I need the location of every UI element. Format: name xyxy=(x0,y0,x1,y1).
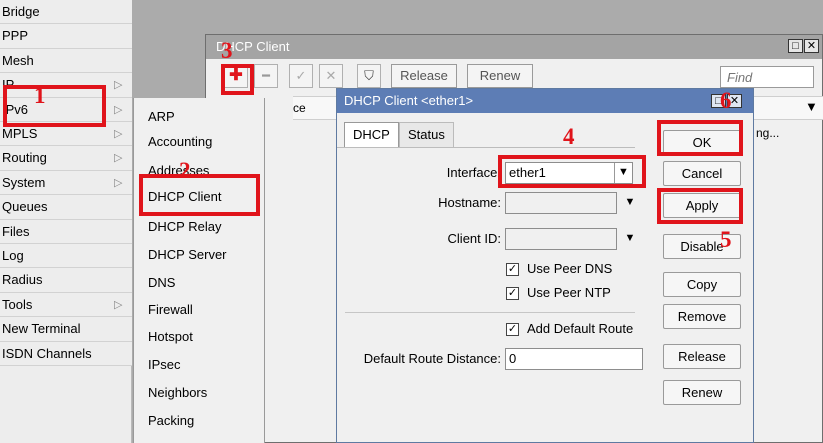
hostname-field[interactable] xyxy=(505,192,617,214)
check-icon: ✓ xyxy=(507,323,518,335)
sidebar-item-isdn-channels[interactable]: ISDN Channels xyxy=(0,341,132,366)
annotation-number-4: 4 xyxy=(563,124,575,149)
annotation-box-apply xyxy=(657,188,743,224)
use-peer-dns-label: Use Peer DNS xyxy=(527,261,613,276)
cancel-button[interactable]: Cancel xyxy=(663,161,741,186)
sidebar-item-radius[interactable]: Radius xyxy=(0,268,132,293)
sidebar-item-queues[interactable]: Queues xyxy=(0,195,132,220)
annotation-number-6: 6 xyxy=(720,88,732,113)
annotation-number-3: 3 xyxy=(221,38,233,63)
submenu-arrow-icon: ▷ xyxy=(114,152,123,165)
enable-icon[interactable]: ✓ xyxy=(289,64,313,88)
submenu-item-dns[interactable]: DNS xyxy=(134,270,265,295)
sidebar-item-label: New Terminal xyxy=(2,321,81,337)
sidebar-item-label: Tools xyxy=(2,296,33,312)
disable-icon[interactable]: ✕ xyxy=(319,64,343,88)
submenu-item-dhcp-server[interactable]: DHCP Server xyxy=(134,242,265,267)
default-route-distance-label: Default Route Distance: xyxy=(363,351,501,366)
dialog-title: DHCP Client <ether1> xyxy=(344,93,474,108)
annotation-box-add xyxy=(221,64,254,95)
sidebar-item-tools[interactable]: Tools ▷ xyxy=(0,292,132,318)
main-menu-sidebar: Bridge PPP Mesh IP ▷ IPv6 ▷ MPLS ▷ Routing ▷… xyxy=(0,0,132,443)
submenu-item-hotspot[interactable]: Hotspot xyxy=(134,324,265,349)
sidebar-item-label: PPP xyxy=(2,28,29,44)
submenu-item-packing[interactable]: Packing xyxy=(134,408,265,433)
copy-button[interactable]: Copy xyxy=(663,272,741,297)
status-cell-fragment: ng... xyxy=(756,126,780,140)
annotation-number-2: 2 xyxy=(179,158,191,183)
close-icon[interactable]: ✕ xyxy=(804,39,819,53)
dropdown-icon[interactable]: ▼ xyxy=(621,229,639,249)
use-peer-dns-checkbox[interactable]: ✓ xyxy=(506,263,519,276)
remove-icon[interactable]: ━ xyxy=(254,64,278,88)
add-default-route-label: Add Default Route xyxy=(527,321,634,336)
sidebar-item-system[interactable]: System ▷ xyxy=(0,170,132,196)
annotation-box-interface xyxy=(498,155,646,188)
renew-button[interactable]: Renew xyxy=(663,380,741,405)
check-icon: ✓ xyxy=(507,287,518,299)
sidebar-item-label: Routing xyxy=(2,150,47,166)
submenu-arrow-icon: ▷ xyxy=(114,103,123,116)
sidebar-item-label: System xyxy=(2,174,46,190)
submenu-arrow-icon: ▷ xyxy=(114,298,123,311)
annotation-box-ok xyxy=(657,120,743,156)
tab-dhcp[interactable]: DHCP xyxy=(344,122,399,148)
sidebar-item-log[interactable]: Log xyxy=(0,244,132,269)
submenu-item-arp[interactable]: ARP xyxy=(134,104,265,129)
sidebar-item-routing[interactable]: Routing ▷ xyxy=(0,146,132,171)
sidebar-item-label: Queues xyxy=(2,199,48,215)
sidebar-item-label: Bridge xyxy=(2,4,40,19)
sidebar-item-label: Files xyxy=(2,223,30,239)
submenu-item-ipsec[interactable]: IPsec xyxy=(134,352,265,377)
check-icon: ✓ xyxy=(507,263,518,275)
sidebar-item-label: Radius xyxy=(2,272,43,288)
use-peer-ntp-label: Use Peer NTP xyxy=(527,285,611,300)
submenu-arrow-icon: ▷ xyxy=(114,128,123,140)
ip-submenu: ARP Accounting Addresses DHCP Client DHC… xyxy=(133,98,265,443)
dialog-titlebar: DHCP Client <ether1> xyxy=(337,89,753,113)
sidebar-item-label: MPLS xyxy=(2,126,38,141)
release-toolbar-button[interactable]: Release xyxy=(391,64,457,88)
annotation-box-dhcp-client xyxy=(139,174,260,216)
client-id-field[interactable] xyxy=(505,228,617,250)
dhcp-tab-panel: Interface: ether1 ▼ Hostname: ▼ Client I… xyxy=(337,147,643,443)
default-route-distance-field[interactable]: 0 xyxy=(505,348,643,370)
use-peer-ntp-checkbox[interactable]: ✓ xyxy=(506,287,519,300)
interface-label: Interface: xyxy=(446,165,501,180)
sidebar-item-label: ISDN Channels xyxy=(2,345,92,361)
annotation-number-5: 5 xyxy=(720,227,732,252)
sidebar-item-label: Mesh xyxy=(2,52,34,68)
tab-status[interactable]: Status xyxy=(399,122,454,148)
add-default-route-checkbox[interactable]: ✓ xyxy=(506,323,519,336)
sidebar-item-label: Log xyxy=(2,248,24,263)
sidebar-item-bridge[interactable]: Bridge xyxy=(0,0,132,25)
release-button[interactable]: Release xyxy=(663,344,741,369)
client-id-label: Client ID: xyxy=(447,231,501,246)
column-header-fragment: ce xyxy=(293,101,306,115)
column-menu-icon[interactable]: ▼ xyxy=(805,99,818,114)
submenu-item-firewall[interactable]: Firewall xyxy=(134,297,265,322)
find-input[interactable] xyxy=(720,66,814,88)
annotation-box-ip xyxy=(3,85,106,127)
submenu-item-dhcp-relay[interactable]: DHCP Relay xyxy=(134,214,265,239)
sidebar-item-ppp[interactable]: PPP xyxy=(0,24,132,49)
sidebar-item-mesh[interactable]: Mesh xyxy=(0,48,132,74)
submenu-item-accounting[interactable]: Accounting xyxy=(134,129,265,154)
annotation-number-1: 1 xyxy=(34,83,46,108)
sidebar-item-files[interactable]: Files xyxy=(0,219,132,244)
filter-icon[interactable]: ⛉ xyxy=(357,64,381,88)
hostname-label: Hostname: xyxy=(438,195,501,210)
submenu-item-neighbors[interactable]: Neighbors xyxy=(134,380,265,405)
sidebar-item-new-terminal[interactable]: New Terminal xyxy=(0,317,132,342)
remove-button[interactable]: Remove xyxy=(663,304,741,329)
dropdown-icon[interactable]: ▼ xyxy=(621,193,639,213)
submenu-arrow-icon: ▷ xyxy=(114,79,123,92)
restore-icon[interactable]: □ xyxy=(788,39,803,53)
renew-toolbar-button[interactable]: Renew xyxy=(467,64,533,88)
submenu-arrow-icon: ▷ xyxy=(114,176,123,189)
window-titlebar: DHCP Client xyxy=(206,35,822,59)
section-divider xyxy=(345,312,635,313)
